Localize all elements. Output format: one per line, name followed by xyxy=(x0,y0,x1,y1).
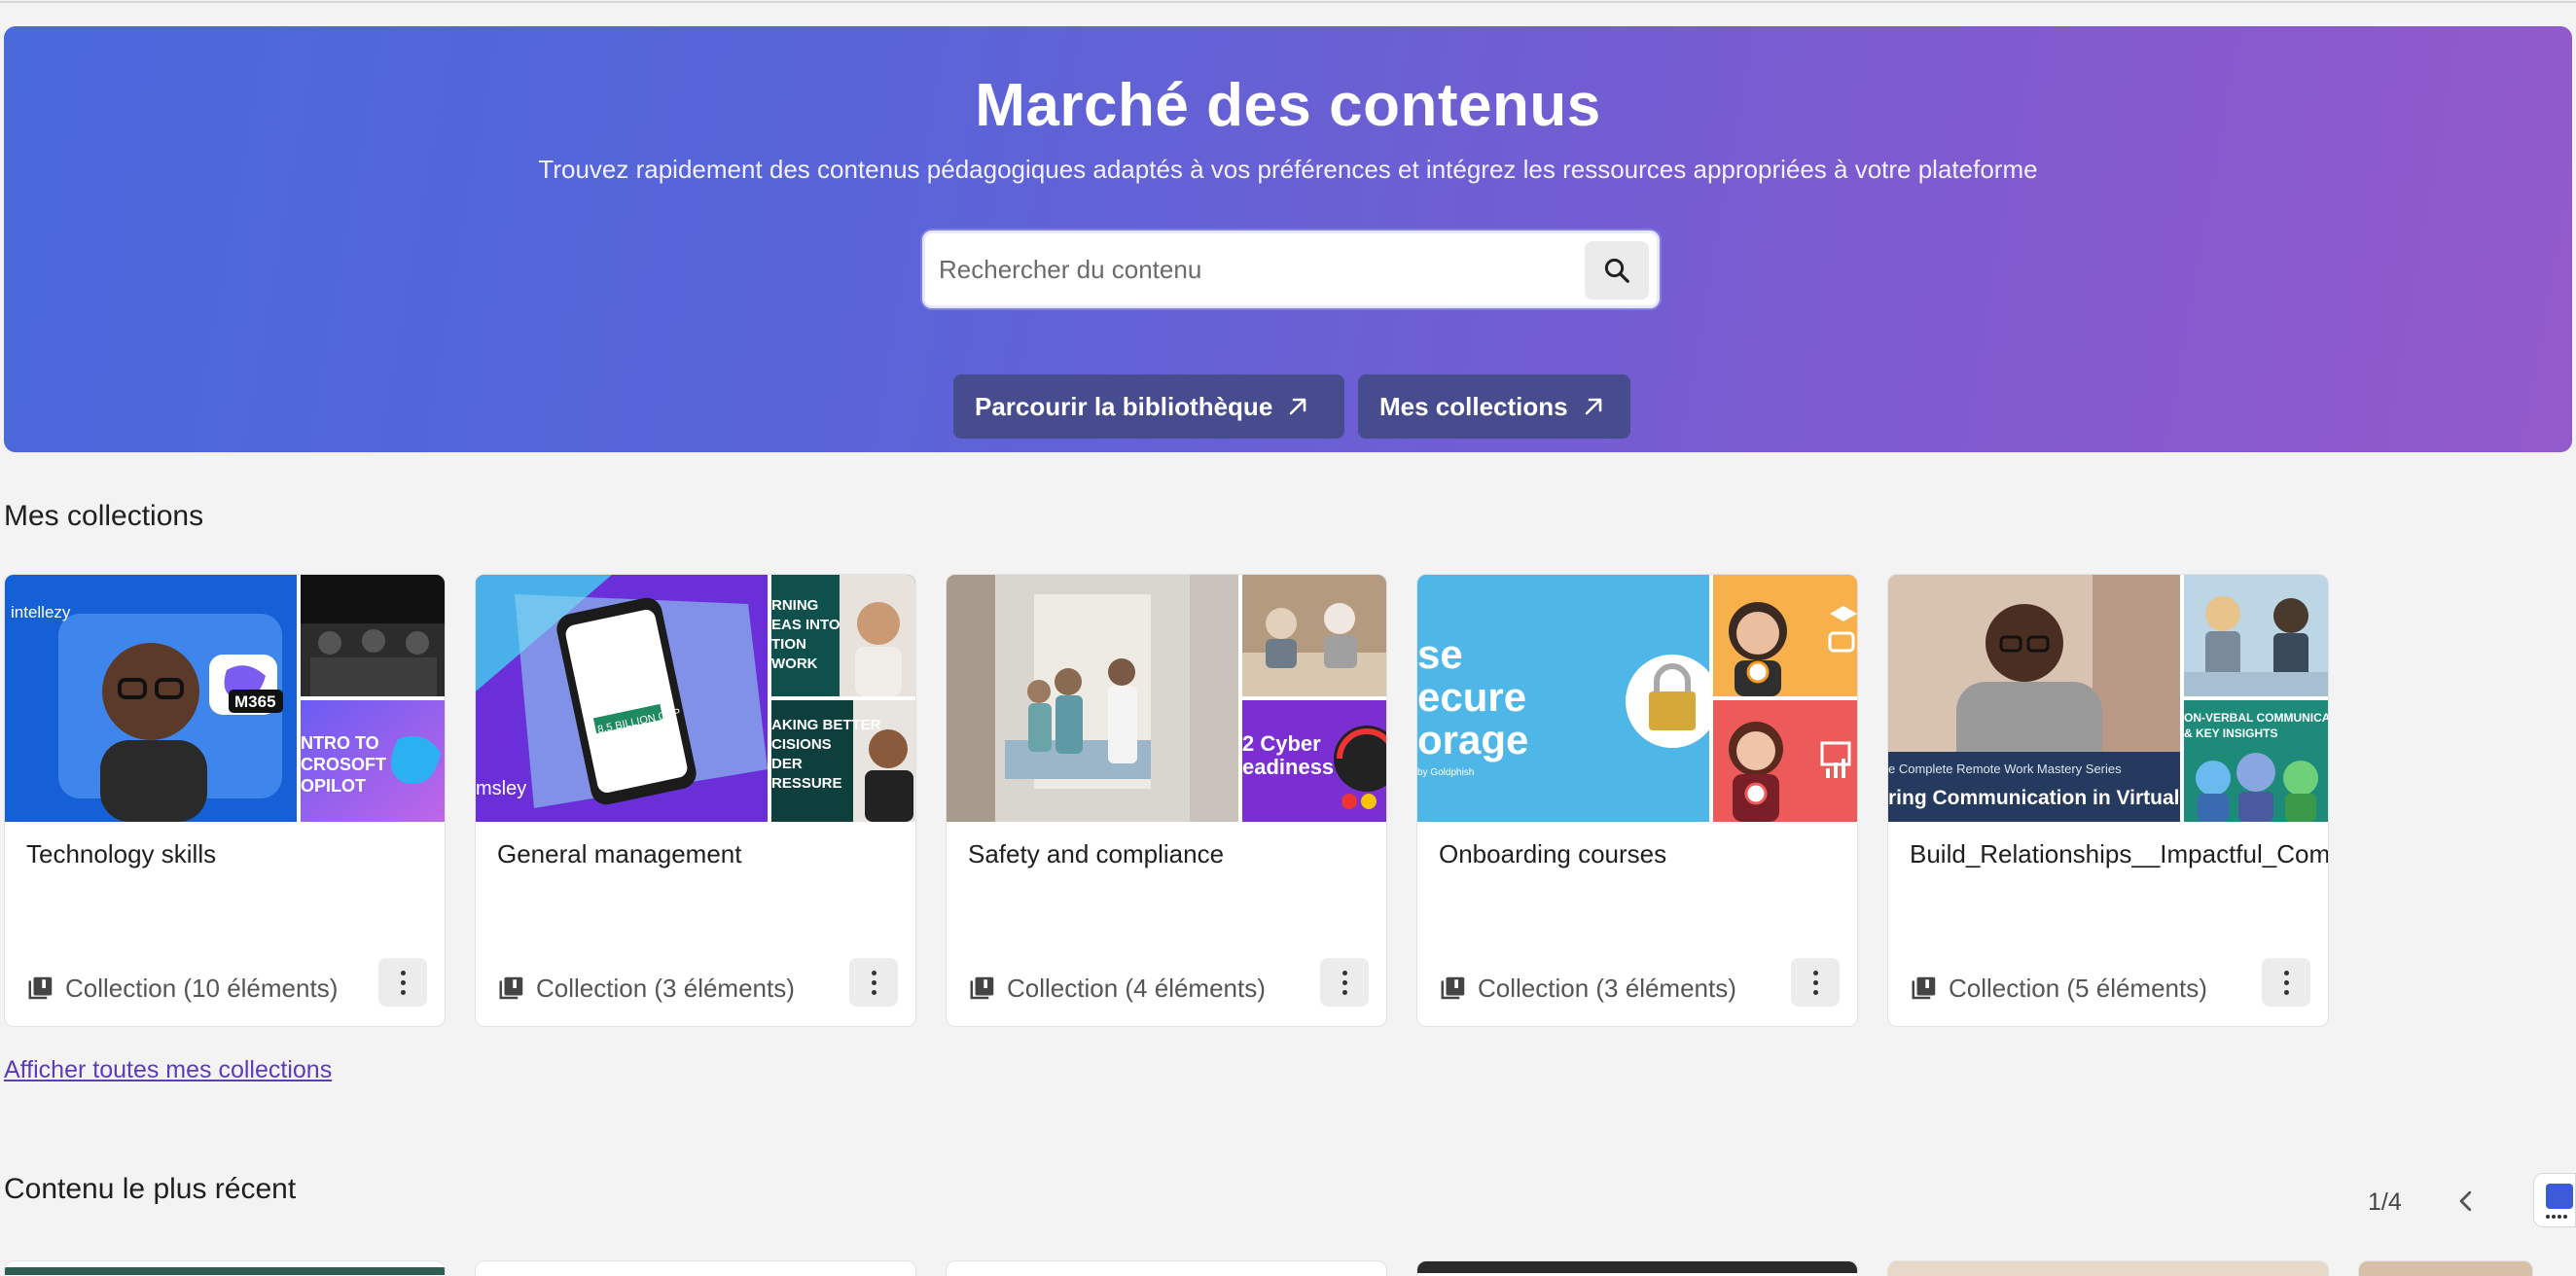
browse-library-button[interactable]: Parcourir la bibliothèque xyxy=(953,374,1344,439)
collection-count: Collection (3 éléments) xyxy=(536,973,795,1003)
thumbnail-main-image: e Complete Remote Work Mastery Series ri… xyxy=(1888,575,2180,822)
widget-icon xyxy=(2546,1184,2573,1219)
collection-meta: Collection (10 éléments) xyxy=(26,964,338,1012)
more-options-button[interactable] xyxy=(1791,958,1840,1007)
svg-text:2 Cybereadiness: 2 Cyber eadiness xyxy=(1242,731,1334,779)
collection-card-safety[interactable]: 2 Cyber eadiness Safety and compliance Co… xyxy=(946,574,1387,1027)
collection-meta: Collection (3 éléments) xyxy=(1439,964,1736,1012)
my-collections-button[interactable]: Mes collections xyxy=(1358,374,1630,439)
floating-widget-button[interactable] xyxy=(2533,1173,2576,1227)
hero-subtitle: Trouvez rapidement des contenus pédagogi… xyxy=(538,155,2038,184)
collection-title: Technology skills xyxy=(26,839,217,868)
thumbnail-main-image: se ecure orage by Goldphish xyxy=(1417,575,1709,822)
thumbnail-side-image-1 xyxy=(1713,575,1857,696)
collection-card-build-relationships[interactable]: e Complete Remote Work Mastery Series ri… xyxy=(1887,574,2329,1027)
collection-meta: Collection (3 éléments) xyxy=(497,964,795,1012)
collection-card-onboarding[interactable]: seecureorage by Goldphish Onboarding c xyxy=(1416,574,1858,1027)
collection-icon xyxy=(499,976,523,1000)
collection-icon xyxy=(1912,976,1936,1000)
recent-content-card[interactable] xyxy=(1416,1260,1858,1276)
pagination-indicator: 1/4 xyxy=(2368,1188,2402,1216)
collection-card-technology[interactable]: intellezy M365 NTRO TO CROSOFT OPILOT Tech… xyxy=(4,574,446,1027)
collection-count: Collection (5 éléments) xyxy=(1949,973,2207,1003)
collection-title: Onboarding courses xyxy=(1439,839,1667,868)
more-options-button[interactable] xyxy=(849,958,898,1007)
recent-content-card[interactable] xyxy=(475,1260,916,1276)
more-options-button[interactable] xyxy=(2262,958,2310,1007)
external-arrow-icon xyxy=(1289,398,1306,415)
collection-icon xyxy=(970,976,994,1000)
recent-content-card[interactable] xyxy=(946,1260,1387,1276)
collection-title: General management xyxy=(497,839,742,868)
search-icon xyxy=(1604,258,1629,283)
collection-count: Collection (10 éléments) xyxy=(65,973,339,1003)
thumbnail-side-image-2: NTRO TO CROSOFT OPILOT xyxy=(301,700,445,822)
external-arrow-icon xyxy=(1585,398,1601,415)
recent-content-card[interactable] xyxy=(2358,1260,2533,1276)
svg-text:msley: msley xyxy=(476,778,526,799)
recent-content-card[interactable] xyxy=(4,1260,446,1276)
browse-library-label: Parcourir la bibliothèque xyxy=(975,391,1273,421)
collection-meta: Collection (4 éléments) xyxy=(968,964,1266,1012)
thumbnail-side-image-1 xyxy=(1242,575,1386,696)
thumbnail-main-image: intellezy M365 xyxy=(5,575,297,822)
svg-text:intellezy: intellezy xyxy=(11,603,71,621)
recent-content-section-title: Contenu le plus récent xyxy=(4,1173,297,1205)
collection-title: Safety and compliance xyxy=(968,839,1225,868)
thumbnail-side-image-1 xyxy=(2184,575,2328,696)
collection-thumbnail: se ecure orage by Goldphish xyxy=(1417,575,1857,822)
thumbnail-side-image-2: AKING BETTER CISIONS DER RESSURE xyxy=(771,700,915,822)
thumbnail-side-image-1: RNING EAS INTO TION WORK xyxy=(771,575,915,696)
collection-thumbnail: 2 Cyber eadiness xyxy=(947,575,1386,822)
thumbnail-side-image-2 xyxy=(1713,700,1857,822)
more-options-button[interactable] xyxy=(378,958,427,1007)
top-divider xyxy=(0,0,2576,3)
collection-thumbnail: intellezy M365 NTRO TO CROSOFT OPILOT xyxy=(5,575,445,822)
svg-text:ring Communication in Virtual: ring Communication in Virtual T xyxy=(1888,787,2180,809)
more-options-button[interactable] xyxy=(1320,958,1369,1007)
collection-meta: Collection (5 éléments) xyxy=(1910,964,2207,1012)
svg-text:M365: M365 xyxy=(234,692,276,711)
hero-banner: Marché des contenus Trouvez rapidement d… xyxy=(4,26,2572,452)
collections-section-title: Mes collections xyxy=(4,500,204,532)
collection-count: Collection (4 éléments) xyxy=(1007,973,1266,1003)
collection-thumbnail: e Complete Remote Work Mastery Series ri… xyxy=(1888,575,2328,822)
thumbnail-side-image-2: 2 Cyber eadiness xyxy=(1242,700,1386,822)
collection-card-general-management[interactable]: 8.5 BILLION GBP msley RNING EAS INTO TION W… xyxy=(475,574,916,1027)
collection-thumbnail: 8.5 BILLION GBP msley RNING EAS INTO TION W… xyxy=(476,575,915,822)
show-all-collections-link[interactable]: Afficher toutes mes collections xyxy=(4,1056,332,1084)
thumbnail-side-image-2: ON-VERBAL COMMUNICATIO& KEY INSIGHTS xyxy=(2184,700,2328,822)
thumbnail-main-image: 8.5 BILLION GBP msley xyxy=(476,575,768,822)
collection-count: Collection (3 éléments) xyxy=(1478,973,1736,1003)
chevron-left-icon[interactable] xyxy=(2451,1187,2481,1216)
collection-icon xyxy=(28,976,53,1000)
thumbnail-side-image-1 xyxy=(301,575,445,696)
collection-title: Build_Relationships__Impactful_Com xyxy=(1910,839,2329,868)
recent-content-card[interactable] xyxy=(1887,1260,2329,1276)
svg-text:e Complete Remote Work Mastery: e Complete Remote Work Mastery Series xyxy=(1888,762,2122,776)
search-button[interactable] xyxy=(1585,241,1649,300)
svg-text:by Goldphish: by Goldphish xyxy=(1417,767,1474,778)
my-collections-label: Mes collections xyxy=(1379,391,1568,421)
search-input[interactable] xyxy=(939,247,1571,292)
collection-icon xyxy=(1441,976,1465,1000)
search-box xyxy=(922,230,1660,308)
thumbnail-main-image xyxy=(947,575,1238,822)
page-title: Marché des contenus xyxy=(975,72,1601,139)
